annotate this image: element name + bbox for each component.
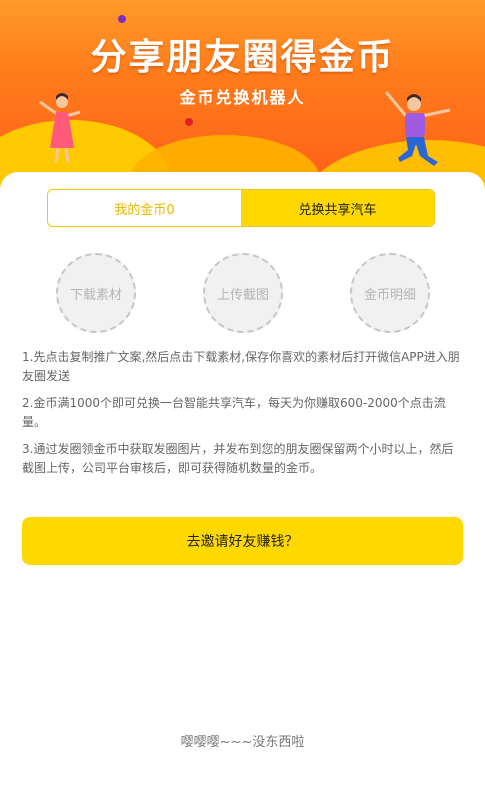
instructions: 1.先点击复制推广文案,然后点击下载素材,保存你喜欢的素材后打开微信APP进入朋…	[22, 348, 462, 486]
instruction-item: 2.金币满1000个即可兑换一台智能共享汽车，每天为你赚取600-2000个点击…	[22, 396, 446, 429]
invite-friends-button[interactable]: 去邀请好友赚钱？	[22, 517, 463, 565]
upload-screenshot-button[interactable]: 上传截图	[203, 253, 283, 333]
banner-subtitle: 金币兑换机器人	[179, 88, 306, 107]
instruction-item: 3.通过发圈领金币中获取发圈图片，并发布到您的朋友圈保留两个小时以上，然后截图上…	[22, 442, 454, 475]
instruction-item: 1.先点击复制推广文案,然后点击下载素材,保存你喜欢的素材后打开微信APP进入朋…	[22, 350, 460, 383]
tab-my-coins[interactable]: 我的金币0	[48, 190, 241, 226]
banner-title: 分享朋友圈得金币	[90, 36, 395, 78]
download-materials-button[interactable]: 下载素材	[56, 253, 136, 333]
tab-redeem-car[interactable]: 兑换共享汽车	[241, 190, 434, 226]
action-circles: 下载素材 上传截图 金币明细	[0, 253, 485, 333]
banner-dot	[118, 15, 126, 23]
banner-dot	[185, 118, 193, 126]
hero-banner: 分享朋友圈得金币 金币兑换机器人	[0, 0, 485, 195]
coin-details-button[interactable]: 金币明细	[350, 253, 430, 333]
empty-state-footer: 嘤嘤嘤~~~没东西啦	[180, 735, 305, 750]
tab-switcher: 我的金币0 兑换共享汽车	[47, 189, 435, 227]
